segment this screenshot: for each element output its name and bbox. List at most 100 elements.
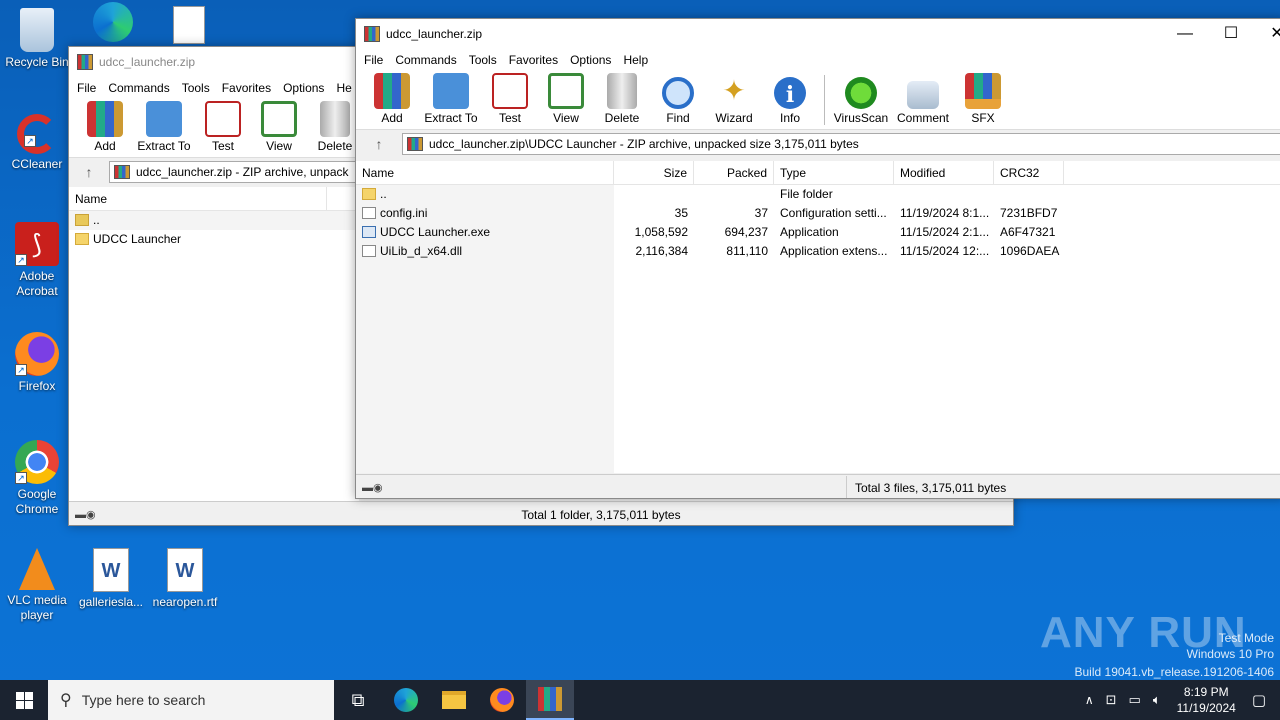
taskbar-file-explorer[interactable] [430,680,478,720]
desktop-icon-vlc[interactable]: VLC media player [0,548,74,623]
search-icon: ⚲ [60,692,72,709]
volume-icon[interactable]: 🔈︎ [1153,692,1161,708]
window-title: udcc_launcher.zip [99,55,196,69]
desktop-icon-label: Adobe Acrobat [16,269,58,298]
column-name[interactable]: Name [69,187,327,210]
column-size[interactable]: Size [614,161,694,184]
winrar-window-front[interactable]: udcc_launcher.zip — ☐ ✕ File Commands To… [355,18,1280,499]
task-view-button[interactable]: ⧉ [334,680,382,720]
delete-button[interactable]: Delete [594,73,650,129]
virus-scan-icon [845,77,877,109]
shortcut-arrow-icon: ↗ [15,472,27,484]
column-type[interactable]: Type [774,161,894,184]
table-row[interactable]: UDCC Launcher.exe 1,058,592 694,237 Appl… [356,223,1280,242]
exe-file-icon [362,226,376,238]
desktop-icon-label: Google Chrome [15,487,59,516]
menu-tools[interactable]: Tools [463,53,503,67]
toolbar-separator [824,75,825,125]
desktop-icon-word-doc-1[interactable]: W gallerieslа... [74,548,148,610]
column-modified[interactable]: Modified [894,161,994,184]
chrome-icon: ↗ [15,440,59,484]
file-list[interactable]: Name .. UDCC Launcher [69,187,359,501]
desktop-icon-adobe-acrobat[interactable]: ⟆ ↗ Adobe Acrobat [0,222,74,299]
view-button[interactable]: View [251,101,307,157]
desktop-icon-recycle-bin[interactable]: Recycle Bin [0,8,74,70]
menu-tools[interactable]: Tools [176,81,216,95]
sfx-button[interactable]: SFX [955,73,1011,129]
taskbar-firefox[interactable] [478,680,526,720]
extract-to-button[interactable]: Extract To [133,101,195,157]
desktop-icon-image-file[interactable] [152,6,226,47]
find-button[interactable]: Find [650,77,706,129]
add-button[interactable]: Add [77,101,133,157]
list-item[interactable]: .. [69,211,359,230]
table-row[interactable]: .. File folder [356,185,1280,204]
winrar-app-icon [364,26,380,42]
column-header: Name [69,187,359,211]
view-button[interactable]: View [538,73,594,129]
menu-options[interactable]: Options [564,53,617,67]
wizard-wand-icon: ✦ [722,75,746,106]
table-row[interactable]: UiLib_d_x64.dll 2,116,384 811,110 Applic… [356,242,1280,261]
file-list[interactable]: Name Size Packed Type Modified CRC32 .. … [356,161,1280,473]
menu-favorites[interactable]: Favorites [503,53,564,67]
menu-commands[interactable]: Commands [102,81,175,95]
status-bar: ▬◉ Total 3 files, 3,175,011 bytes [356,474,1280,498]
table-row[interactable]: config.ini 35 37 Configuration setti... … [356,204,1280,223]
wizard-button[interactable]: ✦ Wizard [706,73,762,129]
close-button[interactable]: ✕ [1254,19,1280,49]
column-crc32[interactable]: CRC32 [994,161,1064,184]
desktop-icon-google-chrome[interactable]: ↗ Google Chrome [0,440,74,517]
status-text: Total 3 files, 3,175,011 bytes [846,475,1006,498]
chevron-up-icon[interactable]: ∧ [1085,693,1094,707]
add-button[interactable]: Add [364,73,420,129]
folder-icon [75,233,89,245]
menu-file[interactable]: File [358,53,389,67]
desktop-icon-edge[interactable] [76,2,150,45]
view-book-icon [261,101,297,137]
up-arrow-icon[interactable]: ↑ [356,136,402,152]
info-button[interactable]: i Info [762,77,818,129]
network-icon[interactable]: ⊡ [1106,692,1117,708]
extract-to-button[interactable]: Extract To [420,73,482,129]
title-bar[interactable]: udcc_launcher.zip [356,19,1280,49]
display-icon[interactable]: ▭ [1129,692,1141,708]
comment-button[interactable]: Comment [891,81,955,129]
list-item[interactable]: UDCC Launcher [69,230,359,249]
taskbar-winrar[interactable] [526,680,574,720]
test-button[interactable]: Test [482,73,538,129]
menu-file[interactable]: File [71,81,102,95]
word-document-icon: W [93,548,129,592]
extract-folder-icon [433,73,469,109]
path-field[interactable]: udcc_launcher.zip\UDCC Launcher - ZIP ar… [402,132,1280,155]
clock[interactable]: 8:19 PM 11/19/2024 [1177,684,1236,716]
search-placeholder: Type here to search [81,692,206,708]
start-button[interactable] [0,680,48,720]
desktop-icon-firefox[interactable]: ↗ Firefox [0,332,74,394]
desktop-icon-ccleaner[interactable]: ↗ CCleaner [0,114,74,172]
minimize-button[interactable]: — [1162,19,1208,49]
zip-icon [114,164,130,179]
menu-help[interactable]: He [330,81,357,95]
column-name[interactable]: Name [356,161,614,184]
toolbar: Add Extract To Test View Delete Find ✦ Wi… [356,71,1280,129]
column-packed[interactable]: Packed [694,161,774,184]
delete-trash-icon [320,101,350,137]
menu-options[interactable]: Options [277,81,330,95]
image-file-icon [173,6,205,44]
clock-time: 8:19 PM [1183,685,1229,699]
taskbar-edge[interactable] [382,680,430,720]
notifications-icon[interactable]: ▢ [1252,691,1266,709]
view-book-icon [548,73,584,109]
dll-file-icon [362,245,376,257]
menu-help[interactable]: Help [617,53,654,67]
up-arrow-icon[interactable]: ↑ [69,164,109,180]
maximize-button[interactable]: ☐ [1208,19,1254,49]
taskbar: ⚲ Type here to search ⧉ ∧ ⊡ ▭ 🔈︎ 8:19 PM… [0,680,1280,720]
menu-commands[interactable]: Commands [389,53,462,67]
test-button[interactable]: Test [195,101,251,157]
virusscan-button[interactable]: VirusScan [831,77,891,129]
menu-favorites[interactable]: Favorites [216,81,277,95]
desktop-icon-word-doc-2[interactable]: W nearopen.rtf [148,548,222,610]
taskbar-search-box[interactable]: ⚲ Type here to search [48,680,334,720]
